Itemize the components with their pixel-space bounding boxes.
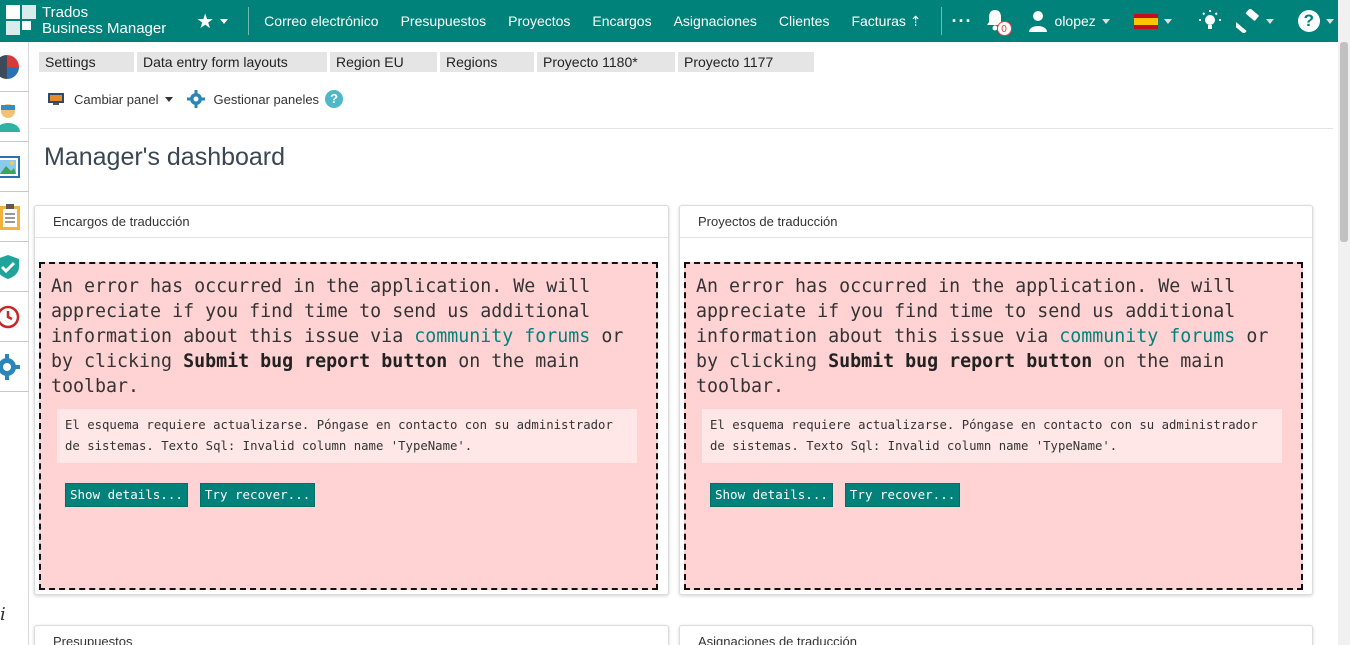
chevron-down-icon [1265,18,1274,24]
manage-panels-label: Gestionar paneles [213,91,320,107]
tab-region-eu[interactable]: Region EU [330,52,437,72]
monitor-icon [48,93,64,105]
error-detail: El esquema requiere actualizarse. Póngas… [57,409,637,463]
info-icon[interactable]: i [0,604,6,625]
error-message: An error has occurred in the application… [51,274,646,399]
nav-item-email[interactable]: Correo electrónico [253,13,389,30]
document-tabs: Settings Data entry form layouts Region … [39,52,817,72]
clock-icon [0,305,20,328]
spain-flag-icon [1133,13,1158,29]
page-title: Manager's dashboard [44,143,286,171]
scrollbar-thumb[interactable] [1340,42,1348,242]
manage-panels-button[interactable]: Gestionar paneles [186,90,320,108]
favorites-menu[interactable]: ★ [196,9,229,34]
error-box: An error has occurred in the application… [39,262,658,590]
try-recover-button[interactable]: Try recover... [199,483,316,507]
user-menu[interactable]: olopez [1028,10,1110,32]
tab-proyecto-1177[interactable]: Proyecto 1177 [678,52,814,72]
user-icon [1028,10,1047,32]
error-actions: Show details... Try recover... [65,483,646,507]
nav-item-clients[interactable]: Clientes [768,13,841,30]
panel-translation-jobs: Encargos de traducción An error has occu… [34,205,669,595]
language-menu[interactable] [1133,13,1172,29]
chevron-down-icon [1101,18,1110,24]
try-recover-button[interactable]: Try recover... [844,483,961,507]
sidebar-item-images[interactable] [0,142,29,192]
switch-panel-button[interactable]: Cambiar panel [47,92,173,107]
trados-logo-icon[interactable] [2,3,38,39]
chevron-down-icon [1163,18,1172,24]
sidebar-item-tasks[interactable] [0,192,29,242]
help-icon: ? [1297,10,1320,32]
community-forums-link[interactable]: community forums [1059,326,1235,347]
star-icon: ★ [196,10,215,33]
more-menu-icon[interactable]: ··· [952,11,973,32]
error-bold-text: Submit bug report button [828,351,1093,372]
panel-title: Proyectos de traducción [680,206,1312,238]
gear-icon [186,90,205,108]
username: olopez [1054,13,1096,29]
notification-count-badge: 0 [996,21,1012,36]
panel-title: Encargos de traducción [35,206,668,238]
sidebar-item-settings[interactable] [0,342,29,392]
pie-chart-icon [0,54,19,79]
lightbulb-icon [1198,10,1221,29]
sidebar-item-dashboard[interactable] [0,42,29,92]
gear-icon [0,353,20,380]
user-icon [0,103,20,132]
error-actions: Show details... Try recover... [710,483,1291,507]
show-details-button[interactable]: Show details... [710,483,833,507]
error-box: An error has occurred in the application… [684,262,1303,590]
shield-check-icon [0,254,19,279]
nav-item-invoices[interactable]: Facturas ⇡ [840,13,932,30]
panel-title: Presupuestos [35,626,668,645]
show-details-button[interactable]: Show details... [65,483,188,507]
community-forums-link[interactable]: community forums [414,326,590,347]
sidebar-item-quality[interactable] [0,242,29,292]
error-bold-text: Submit bug report button [183,351,448,372]
brand-line-2: Business Manager [42,20,167,37]
divider [248,7,250,35]
chevron-down-icon [1325,18,1334,24]
app-brand[interactable]: Trados Business Manager [42,5,166,37]
nav-item-assignments[interactable]: Asignaciones [663,13,768,30]
toolbar-divider [40,128,1333,129]
nav-item-quotes[interactable]: Presupuestos [390,13,498,30]
notifications-button[interactable]: 0 [983,6,1012,36]
error-detail: El esquema requiere actualizarse. Póngas… [702,409,1282,463]
sidebar-item-users[interactable] [0,92,29,142]
clipboard-icon [0,203,20,230]
page-scrollbar[interactable] [1338,0,1350,645]
top-navigation-bar: Trados Business Manager ★ Correo electró… [0,0,1338,42]
brand-line-1: Trados [42,4,89,21]
error-message: An error has occurred in the application… [696,274,1291,399]
divider [940,7,942,35]
nav-item-projects[interactable]: Proyectos [497,13,581,30]
switch-panel-label: Cambiar panel [74,91,159,107]
dashboard-toolbar: Cambiar panel Gestionar paneles ? [47,90,344,108]
panel-translation-projects: Proyectos de traducción An error has occ… [679,205,1313,595]
tab-settings[interactable]: Settings [39,52,134,72]
panel-quotes: Presupuestos [34,625,669,645]
chevron-down-icon [164,96,173,102]
picture-icon [0,155,20,178]
sidebar: i [0,42,29,645]
tab-proyecto-1180[interactable]: Proyecto 1180* [537,52,675,72]
help-menu[interactable]: ? [1297,10,1334,32]
panel-title: Asignaciones de traducción [680,626,1312,645]
main-nav: Correo electrónico Presupuestos Proyecto… [253,13,932,30]
nav-item-jobs[interactable]: Encargos [581,13,662,30]
chevron-down-icon [220,18,229,24]
tab-data-entry-form-layouts[interactable]: Data entry form layouts [137,52,327,72]
sidebar-item-history[interactable] [0,292,29,342]
hammer-icon [1235,9,1259,33]
theme-button[interactable] [1198,9,1222,33]
panel-translation-assignments: Asignaciones de traducción [679,625,1313,645]
tools-menu[interactable] [1235,9,1274,33]
tab-regions[interactable]: Regions [440,52,534,72]
help-icon[interactable]: ? [325,90,344,108]
